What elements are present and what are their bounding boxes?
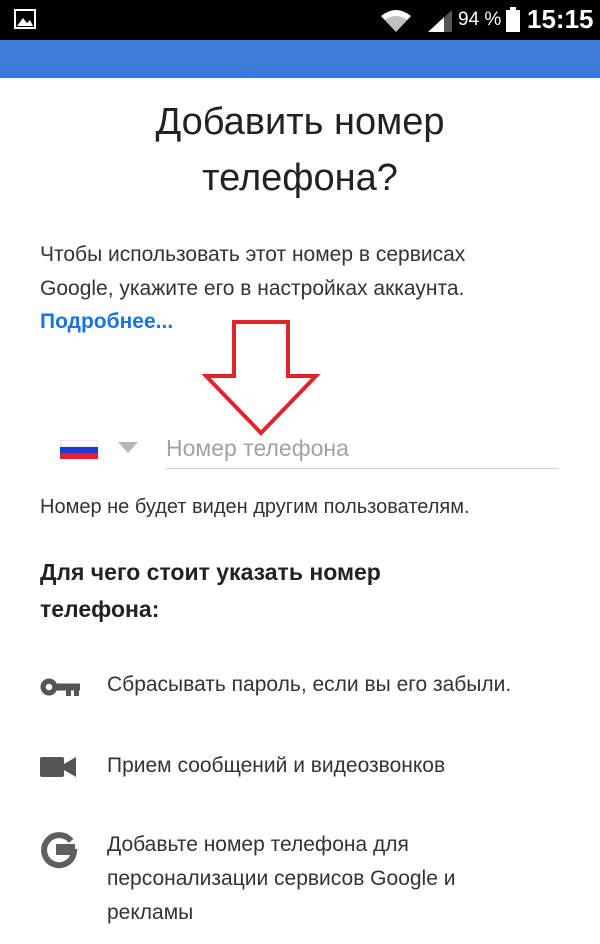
battery-percent: 94 % (458, 9, 502, 30)
video-camera-icon (40, 757, 76, 777)
benefits-heading-line2: телефона: (40, 596, 160, 622)
page-title-line1: Добавить номер (155, 101, 445, 143)
google-icon (41, 832, 78, 869)
clock: 15:15 (527, 4, 594, 34)
battery-icon (506, 7, 520, 32)
benefit-text-line2: персонализации сервисов Google и (107, 867, 456, 890)
description-line1: Чтобы использовать этот номер в сервисах (40, 243, 466, 266)
key-icon (40, 678, 80, 696)
benefit-text-line3: рекламы (107, 901, 194, 924)
benefit-text: Прием сообщений и видеозвонков (107, 754, 446, 777)
dropdown-arrow-icon (118, 442, 138, 453)
benefits-heading-line1: Для чего стоит указать номер (40, 559, 381, 585)
learn-more-link[interactable]: Подробнее... (40, 305, 173, 339)
benefit-text-line1: Добавьте номер телефона для (107, 833, 409, 856)
app-bar (0, 40, 600, 78)
wifi-icon (381, 10, 411, 32)
image-icon (14, 9, 36, 29)
phone-number-input[interactable] (166, 428, 558, 469)
signal-icon (428, 10, 452, 32)
description-line2: Google, укажите его в настройках аккаунт… (40, 277, 465, 300)
benefit-text: Сбрасывать пароль, если вы его забыли. (107, 673, 512, 696)
status-bar: 94 % 15:15 (0, 0, 600, 40)
privacy-note: Номер не будет виден другим пользователя… (40, 496, 470, 518)
description: Чтобы использовать этот номер в сервисах… (40, 238, 570, 306)
benefits-heading: Для чего стоит указать номер телефона: (40, 554, 560, 628)
benefit-text: Добавьте номер телефона для персонализац… (107, 828, 577, 930)
page-title-line2: телефона? (202, 157, 398, 199)
annotation-arrow (201, 320, 321, 436)
page-title: Добавить номер телефона? (0, 94, 600, 206)
russia-flag-icon (60, 440, 98, 459)
country-selector[interactable] (56, 428, 146, 468)
